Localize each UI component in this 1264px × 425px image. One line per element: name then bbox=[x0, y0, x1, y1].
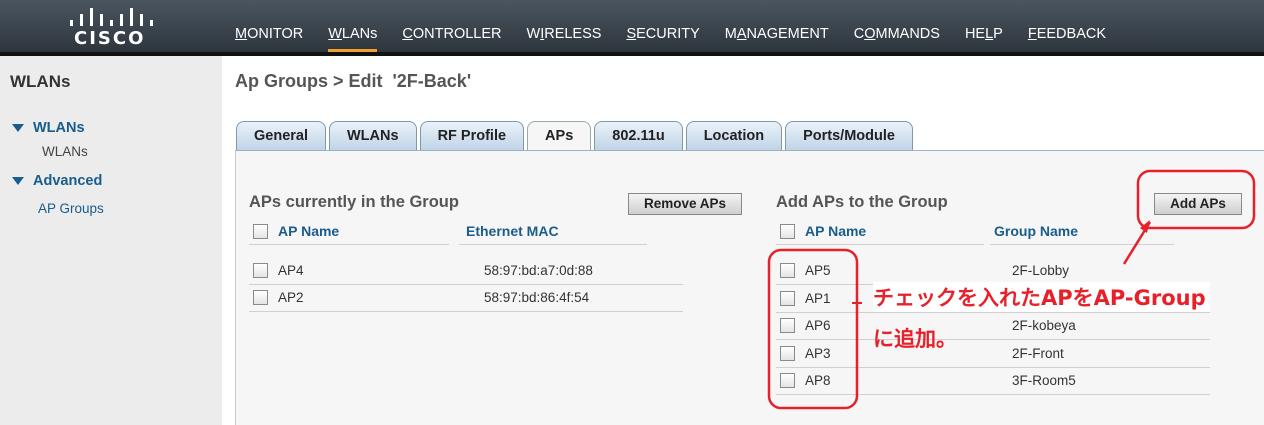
tab-ports-module[interactable]: Ports/Module bbox=[785, 121, 913, 151]
tab-aps[interactable]: APs bbox=[527, 121, 592, 152]
tab-wlans[interactable]: WLANs bbox=[329, 121, 417, 151]
nav-item-management[interactable]: MANAGEMENT bbox=[725, 26, 829, 52]
row-checkbox[interactable] bbox=[780, 373, 795, 388]
mac-cell: 58:97:bd:a7:0d:88 bbox=[484, 263, 593, 278]
nav-item-security[interactable]: SECURITY bbox=[626, 26, 699, 52]
header-divider bbox=[249, 244, 449, 245]
group-name-cell: 2F-kobeya bbox=[1012, 318, 1076, 333]
group-name-cell: 2F-Front bbox=[1012, 345, 1064, 361]
add-aps-button[interactable]: Add APs bbox=[1154, 193, 1242, 215]
main-nav: MONITOR WLANs CONTROLLER WIRELESS SECURITY MA… bbox=[235, 26, 1131, 52]
sidebar: WLANs WLANs WLANs Advanced AP Groups bbox=[0, 56, 222, 425]
row-divider bbox=[249, 284, 683, 285]
expand-triangle-icon bbox=[12, 177, 24, 186]
row-divider bbox=[776, 339, 1210, 340]
remove-aps-button[interactable]: Remove APs bbox=[628, 193, 742, 215]
row-divider bbox=[776, 394, 1210, 395]
nav-item-feedback[interactable]: FEEDBACK bbox=[1028, 26, 1106, 52]
select-all-current-checkbox[interactable] bbox=[253, 224, 268, 239]
tab-general[interactable]: General bbox=[236, 121, 326, 151]
annotation-text-line2: に追加。 bbox=[873, 327, 957, 351]
row-divider bbox=[776, 366, 1210, 368]
annotation-text-line1: チェックを入れたAPをAP-Group bbox=[873, 282, 1210, 312]
tab-rf-profile[interactable]: RF Profile bbox=[419, 121, 525, 151]
header-divider bbox=[776, 244, 984, 245]
row-checkbox[interactable] bbox=[253, 263, 268, 278]
col-ap-name: AP Name bbox=[805, 223, 867, 239]
select-all-add-checkbox[interactable] bbox=[780, 224, 795, 239]
tab-bar: General WLANs RF Profile APs 802.11u Location… bbox=[236, 121, 916, 152]
sidebar-group-label: WLANs bbox=[33, 120, 85, 136]
header-divider bbox=[459, 244, 647, 245]
cisco-logo-bars bbox=[68, 4, 153, 26]
nav-item-help[interactable]: HELP bbox=[965, 26, 1003, 52]
top-header: CISCO MONITOR WLANs CONTROLLER WIRELESS SECU… bbox=[0, 0, 1264, 52]
sidebar-group-label: Advanced bbox=[33, 173, 103, 189]
nav-item-controller[interactable]: CONTROLLER bbox=[402, 26, 501, 52]
col-ap-name: AP Name bbox=[278, 223, 340, 239]
row-checkbox[interactable] bbox=[780, 318, 795, 333]
add-aps-title: Add APs to the Group bbox=[776, 193, 948, 211]
page-title: Ap Groups > Edit '2F-Back' bbox=[235, 71, 472, 91]
expand-triangle-icon bbox=[12, 124, 24, 133]
tab-802-11u[interactable]: 802.11u bbox=[594, 121, 683, 151]
ap-name-cell: AP8 bbox=[805, 373, 831, 388]
sidebar-item-ap-groups[interactable]: AP Groups bbox=[38, 201, 104, 216]
group-name-cell: 2F-Lobby bbox=[1012, 263, 1070, 278]
row-checkbox[interactable] bbox=[780, 345, 795, 361]
ap-name-cell: AP5 bbox=[805, 263, 831, 278]
nav-item-monitor[interactable]: MONITOR bbox=[235, 26, 303, 52]
cisco-logo: CISCO bbox=[66, 4, 156, 49]
row-checkbox[interactable] bbox=[253, 290, 268, 305]
ap-name-cell: AP2 bbox=[278, 290, 304, 305]
ap-name-cell: AP6 bbox=[805, 318, 831, 333]
row-divider bbox=[249, 311, 683, 312]
nav-item-commands[interactable]: COMMANDS bbox=[854, 26, 940, 52]
ap-name-cell: AP1 bbox=[805, 290, 831, 306]
sidebar-title: WLANs bbox=[10, 72, 71, 91]
nav-item-wireless[interactable]: WIRELESS bbox=[527, 26, 602, 52]
header-divider bbox=[990, 244, 1174, 245]
col-ethernet-mac: Ethernet MAC bbox=[466, 223, 559, 239]
row-checkbox[interactable] bbox=[780, 290, 795, 306]
col-group-name: Group Name bbox=[994, 223, 1079, 239]
sidebar-group-advanced[interactable]: Advanced bbox=[12, 173, 102, 189]
nav-item-wlans[interactable]: WLANs bbox=[328, 26, 378, 52]
ap-name-cell: AP4 bbox=[278, 263, 304, 278]
current-aps-title: APs currently in the Group bbox=[249, 193, 459, 211]
group-name-cell: 3F-Room5 bbox=[1012, 373, 1076, 388]
sidebar-item-wlans[interactable]: WLANs bbox=[42, 144, 88, 159]
mac-cell: 58:97:bd:86:4f:54 bbox=[484, 290, 590, 305]
cisco-logo-word: CISCO bbox=[74, 28, 146, 49]
sidebar-group-wlans[interactable]: WLANs bbox=[12, 120, 85, 136]
ap-name-cell: AP3 bbox=[805, 345, 831, 361]
tab-location[interactable]: Location bbox=[685, 121, 783, 151]
row-checkbox[interactable] bbox=[780, 263, 795, 278]
